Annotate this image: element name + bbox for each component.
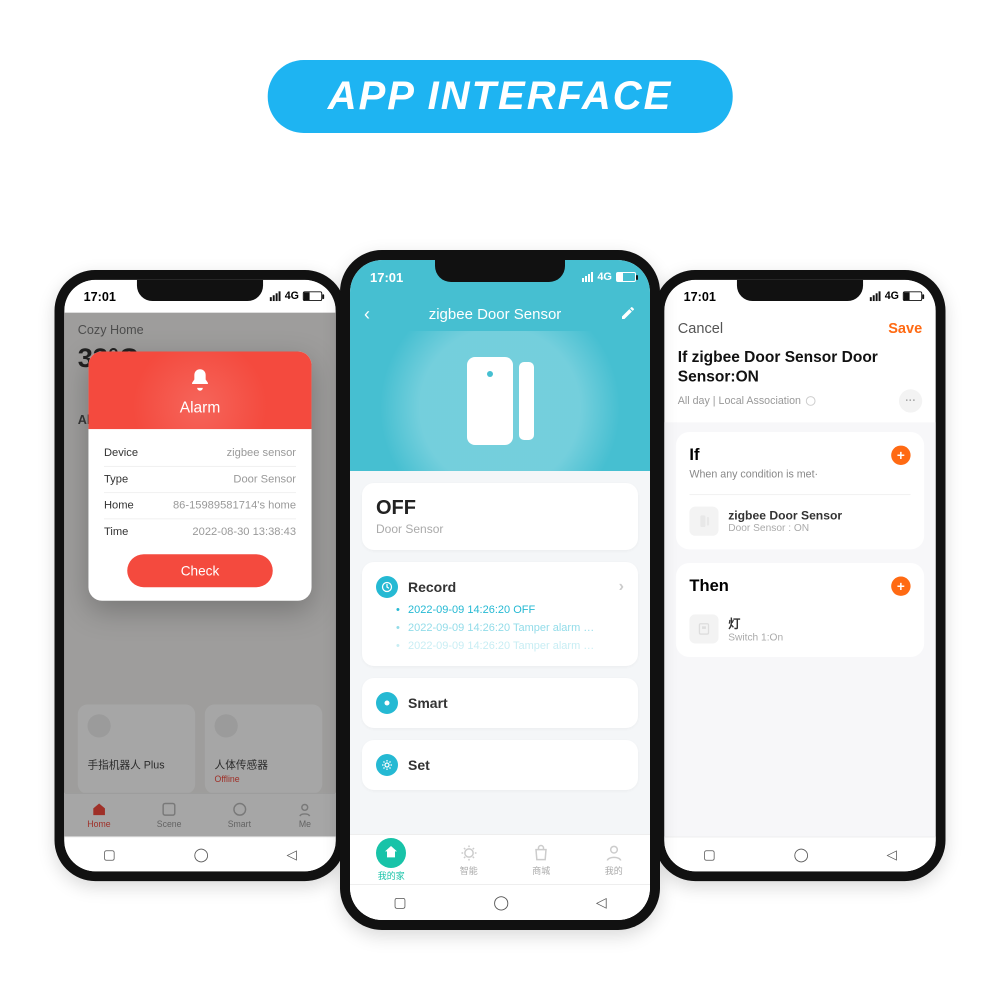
condition-sub: Door Sensor : ON <box>728 522 842 534</box>
android-nav: ▢ ◯ ◁ <box>64 836 336 871</box>
action-item[interactable]: 灯 Switch 1:On <box>689 610 910 644</box>
alarm-row: Time2022-08-30 13:38:43 <box>104 519 296 544</box>
home-icon <box>376 838 406 868</box>
battery-icon <box>903 291 922 301</box>
set-card[interactable]: Set <box>362 740 638 790</box>
battery-icon <box>303 291 322 301</box>
notch <box>137 280 263 301</box>
if-heading: If <box>689 446 699 465</box>
set-label: Set <box>408 757 430 773</box>
cancel-button[interactable]: Cancel <box>678 320 723 336</box>
back-icon[interactable]: ‹ <box>364 304 370 325</box>
status-time: 17:01 <box>370 270 403 285</box>
alarm-header: Alarm <box>88 351 311 429</box>
automation-title: If zigbee Door Sensor Door Sensor:ON <box>664 345 936 390</box>
smart-card[interactable]: Smart <box>362 678 638 728</box>
chevron-right-icon: › <box>619 578 624 596</box>
nav-home-icon[interactable]: ◯ <box>493 894 509 911</box>
nav-home-icon[interactable]: ◯ <box>794 846 809 862</box>
phone-alarm: 17:01 4G Cozy Home 33°C All <box>55 270 346 881</box>
edit-icon[interactable] <box>620 305 636 325</box>
home-screen-dimmed: Cozy Home 33°C All 手指机器人 Plus 人体传感器 Offl… <box>64 313 336 872</box>
smart-icon <box>376 692 398 714</box>
bottom-nav: 我的家 智能 商城 我的 <box>350 834 650 884</box>
state-sub: Door Sensor <box>376 522 624 536</box>
battery-icon <box>616 272 636 282</box>
alarm-row: Home86-15989581714's home <box>104 493 296 519</box>
sensor-illustration <box>350 331 650 471</box>
nav-me[interactable]: 我的 <box>604 843 624 877</box>
record-item: 2022-09-09 14:26:20 OFF <box>376 598 624 616</box>
condition-item[interactable]: zigbee Door Sensor Door Sensor : ON <box>689 494 910 536</box>
signal-icon <box>270 291 281 301</box>
nav-back-icon[interactable]: ▢ <box>703 846 716 862</box>
record-label: Record <box>408 579 456 595</box>
nav-back-icon[interactable]: ▢ <box>393 894 406 911</box>
status-net: 4G <box>285 290 299 302</box>
automation-subtitle: All day | Local Association <box>678 395 801 407</box>
phone-automation: 17:01 4G Cancel Save If zigbee Door Sens… <box>655 270 946 881</box>
phone-sensor-detail: 17:01 4G ‹ zigbee Door Sensor <box>340 250 660 930</box>
status-net: 4G <box>597 271 612 283</box>
status-net: 4G <box>885 290 899 302</box>
if-card: If + When any condition is met· zigbee D… <box>676 432 924 549</box>
check-button[interactable]: Check <box>127 554 273 587</box>
device-title: zigbee Door Sensor <box>429 306 562 323</box>
then-heading: Then <box>689 577 728 596</box>
then-card: Then + 灯 Switch 1:On <box>676 563 924 657</box>
alarm-card: Alarm Devicezigbee sensor TypeDoor Senso… <box>88 351 311 600</box>
switch-icon <box>689 614 718 643</box>
smart-label: Smart <box>408 695 448 711</box>
notch <box>435 260 565 282</box>
status-time: 17:01 <box>684 289 716 304</box>
state-card: OFF Door Sensor <box>362 483 638 550</box>
more-button[interactable]: ··· <box>899 389 922 412</box>
record-icon <box>376 576 398 598</box>
record-item: 2022-09-09 14:26:20 Tamper alarm … <box>376 634 624 652</box>
android-nav: ▢ ◯ ◁ <box>664 836 936 871</box>
nav-recent-icon[interactable]: ◁ <box>596 894 607 911</box>
nav-recent-icon[interactable]: ◁ <box>886 846 896 862</box>
notch <box>737 280 863 301</box>
record-card[interactable]: Record › 2022-09-09 14:26:20 OFF 2022-09… <box>362 562 638 666</box>
door-sensor-main-icon <box>467 357 513 445</box>
phone-stage: 17:01 4G Cozy Home 33°C All <box>0 270 1000 930</box>
nav-home-icon[interactable]: ◯ <box>194 846 209 862</box>
banner-title: APP INTERFACE <box>268 60 733 133</box>
condition-title: zigbee Door Sensor <box>728 509 842 523</box>
info-icon <box>805 395 817 407</box>
nav-mall[interactable]: 商城 <box>531 843 551 877</box>
gear-icon <box>376 754 398 776</box>
alarm-title: Alarm <box>88 400 311 417</box>
nav-back-icon[interactable]: ▢ <box>103 846 116 862</box>
status-time: 17:01 <box>84 289 116 304</box>
device-header: ‹ zigbee Door Sensor <box>350 294 650 331</box>
signal-icon <box>870 291 881 301</box>
if-subtitle: When any condition is met· <box>689 469 910 481</box>
nav-recent-icon[interactable]: ◁ <box>286 846 296 862</box>
save-button[interactable]: Save <box>888 320 922 336</box>
bell-icon <box>186 367 213 394</box>
signal-icon <box>582 272 593 282</box>
action-title: 灯 <box>728 613 783 631</box>
nav-smart[interactable]: 智能 <box>459 843 479 877</box>
action-sub: Switch 1:On <box>728 632 783 644</box>
add-action-button[interactable]: + <box>891 577 910 596</box>
modal-overlay: Alarm Devicezigbee sensor TypeDoor Senso… <box>64 313 336 872</box>
android-nav: ▢ ◯ ◁ <box>350 884 650 920</box>
record-item: 2022-09-09 14:26:20 Tamper alarm … <box>376 616 624 634</box>
door-sensor-magnet-icon <box>519 362 534 440</box>
nav-home[interactable]: 我的家 <box>376 838 406 882</box>
add-condition-button[interactable]: + <box>891 446 910 465</box>
sensor-icon <box>689 507 718 536</box>
state-value: OFF <box>376 497 624 520</box>
